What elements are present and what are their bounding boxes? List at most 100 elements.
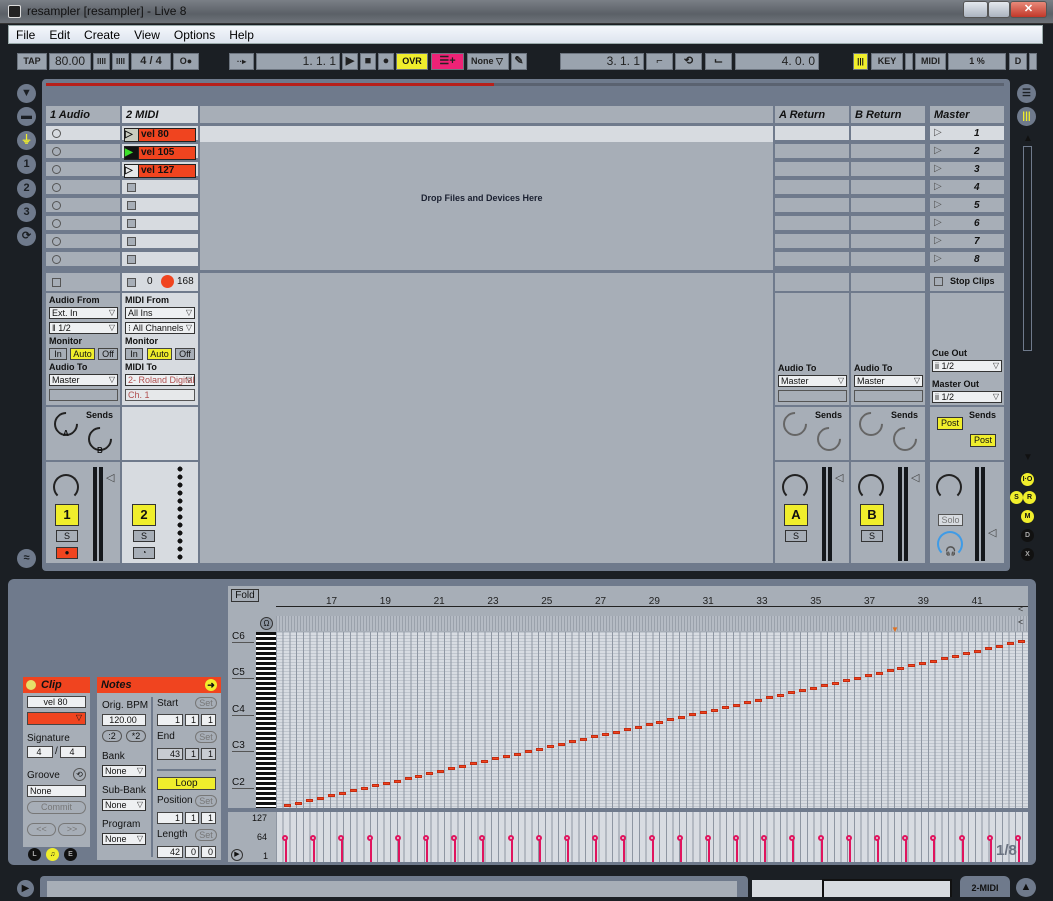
hide-browser-button[interactable]: ▼ [17,84,36,103]
midi-note[interactable] [755,698,763,702]
midi-note[interactable] [371,784,379,788]
midi-note[interactable] [875,671,883,675]
info-view-toggle-button[interactable]: ▶ [17,880,34,897]
delay-toggle-button[interactable]: D [1021,529,1034,542]
clip-launch-icon[interactable]: ▷ [125,165,139,177]
browser-live-devices-button[interactable]: ▬ [17,107,36,126]
scene-launch-4[interactable]: ▷ 4 [930,180,1004,196]
menu-create[interactable]: Create [77,26,127,42]
velocity-stem[interactable] [707,839,710,862]
velocity-stem[interactable] [538,839,541,862]
pan-knob[interactable] [858,474,884,500]
menu-help[interactable]: Help [222,26,261,42]
midi-note[interactable] [689,713,697,717]
solo-cue-switch[interactable]: Solo [938,514,963,526]
velocity-handle[interactable] [704,835,711,842]
punch-out-button[interactable]: ⌙ [705,53,732,70]
clip-slot[interactable] [122,234,198,250]
midi-note[interactable] [316,796,324,800]
menu-file[interactable]: File [9,26,42,42]
clip-slot[interactable] [775,180,849,196]
stop-button[interactable]: ■ [360,53,376,70]
midi-note[interactable] [284,804,291,807]
time-signature-field[interactable]: 4 / 4 [131,53,171,70]
return-a-solo-button[interactable]: S [785,530,807,542]
stop-all-track-1-button[interactable] [52,278,61,287]
velocity-handle[interactable] [958,835,965,842]
velocity-handle[interactable] [592,835,599,842]
end-bar-field[interactable]: 43 [157,748,183,760]
start-sixteenth-field[interactable]: 1 [201,714,216,726]
monitor-in-button[interactable]: In [49,348,67,360]
velocity-stem[interactable] [792,839,795,862]
midi-note[interactable] [514,752,522,756]
midi-note[interactable] [1018,640,1025,643]
loop-brace-strip[interactable] [276,616,1028,631]
midi-note[interactable] [612,730,620,734]
clip-slot[interactable] [122,216,198,232]
scene-launch-icon[interactable]: ▷ [934,199,942,210]
monitor-off-button[interactable]: Off [98,348,118,360]
slot-stop-button[interactable] [127,201,136,210]
scene-launch-7[interactable]: ▷ 7 [930,234,1004,250]
velocity-handle[interactable] [507,835,514,842]
velocity-handle[interactable] [563,835,570,842]
scene-launch-5[interactable]: ▷ 5 [930,198,1004,214]
volume-fader-handle[interactable]: ◁ [911,471,919,484]
scene-launch-icon[interactable]: ▷ [934,235,942,246]
midi-note[interactable] [590,735,598,739]
slot-record-icon[interactable] [52,201,61,210]
midi-note[interactable] [974,649,982,653]
clip-slot[interactable] [775,252,849,268]
midi-note[interactable] [952,654,960,658]
metronome-button[interactable]: O● [173,53,199,70]
record-button[interactable]: ● [378,53,394,70]
clip-slot[interactable] [46,234,120,250]
send-a-post-button[interactable]: Post [937,417,963,430]
midi-note[interactable] [601,733,609,736]
length-set-button[interactable]: Set [195,829,217,841]
return-header-b[interactable]: B Return [851,106,925,123]
browser-plugins-button[interactable]: ⏚ [17,131,36,150]
nudge-up-button[interactable]: IIII [112,53,129,70]
audio-from-dropdown[interactable]: Ext. In [49,307,118,319]
clip-slot[interactable] [851,144,925,160]
note-editor-grid[interactable] [276,632,1028,808]
nudge-down-button[interactable]: IIII [93,53,110,70]
velocity-stem[interactable] [369,839,372,862]
velocity-stem[interactable] [651,839,654,862]
clip-activator-icon[interactable] [26,680,36,690]
length-sixteenth-field[interactable]: 0 [201,846,216,858]
groove-pool-button[interactable]: ≈ [17,549,36,568]
midi-note[interactable] [787,691,795,695]
send-a-knob[interactable] [854,407,888,441]
stop-track-2-button[interactable] [127,278,136,287]
end-set-button[interactable]: Set [195,731,217,743]
midi-note[interactable] [404,777,412,781]
clip-slot[interactable] [851,180,925,196]
return-b-solo-button[interactable]: S [861,530,883,542]
clip-slot[interactable] [775,234,849,250]
velocity-handle[interactable] [1015,835,1021,842]
end-beat-field[interactable]: 1 [185,748,199,760]
midi-note[interactable] [656,720,664,724]
vertical-scrollbar[interactable] [1023,146,1032,351]
tap-tempo-button[interactable]: TAP [17,53,47,70]
slot-stop-button[interactable] [127,219,136,228]
midi-note[interactable] [437,769,445,773]
slot-record-icon[interactable] [52,255,61,264]
midi-note[interactable] [349,789,357,793]
velocity-handle[interactable] [366,835,373,842]
midi-note[interactable] [733,703,741,707]
draw-mode-button[interactable]: ✎ [511,53,527,70]
velocity-handle[interactable] [902,835,909,842]
sub-bank-dropdown[interactable]: None [102,799,146,811]
audio-to-channel-field[interactable] [49,389,118,401]
scene-launch-icon[interactable]: ▷ [934,253,942,264]
arrangement-view-button[interactable]: ☰ [1017,84,1036,103]
midi-note[interactable] [360,786,368,790]
envelopes-box-button[interactable]: E [64,848,77,861]
midi-map-button[interactable]: MIDI [915,53,946,70]
commit-button[interactable]: Commit [27,801,86,814]
scene-launch-icon[interactable]: ▷ [934,181,942,192]
